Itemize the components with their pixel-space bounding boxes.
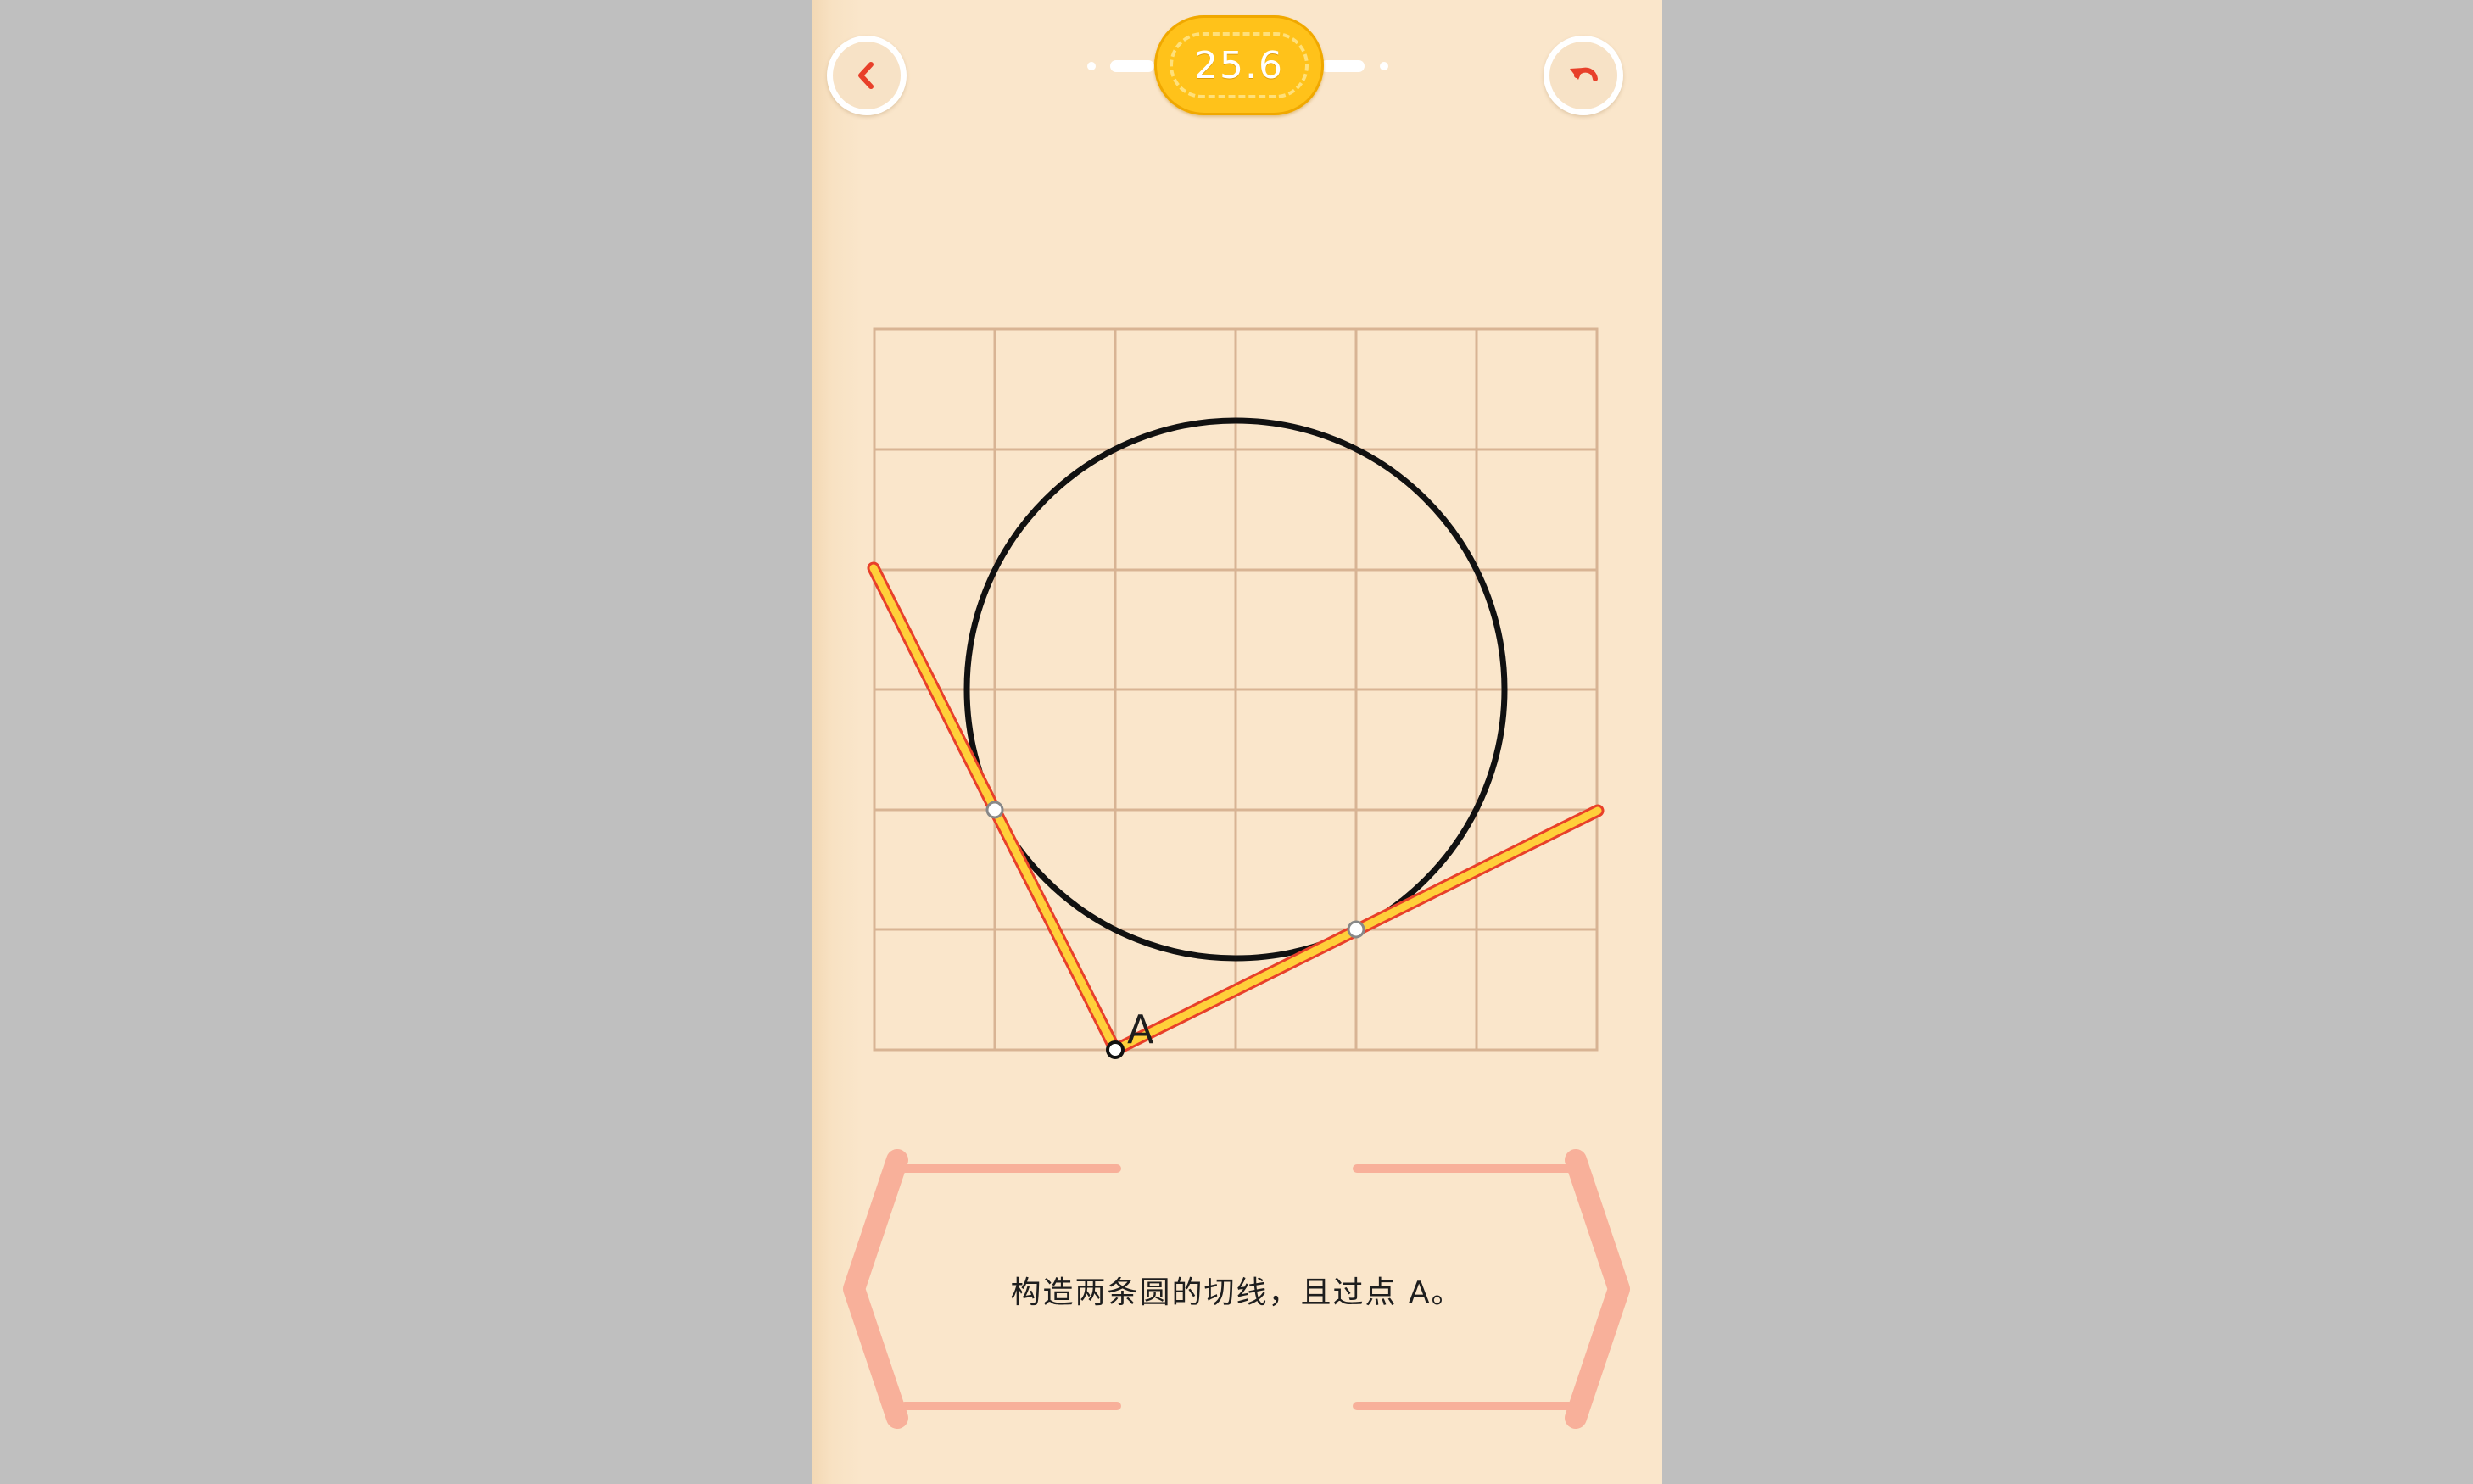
point-a-label: A	[1127, 1007, 1154, 1052]
game-screen: 25.6 A 构造两条圆的切线，且过点 A。	[812, 0, 1662, 1484]
hint-text: 构造两条圆的切线，且过点 A。	[1010, 1275, 1464, 1310]
tangent-point-right[interactable]	[1347, 920, 1365, 939]
point-a[interactable]	[1106, 1040, 1125, 1059]
grid	[873, 327, 1599, 1052]
tangent-point-left[interactable]	[985, 801, 1004, 819]
puzzle-board[interactable]: A	[812, 0, 1662, 1102]
hint-panel: 构造两条圆的切线，且过点 A。	[812, 1136, 1662, 1442]
